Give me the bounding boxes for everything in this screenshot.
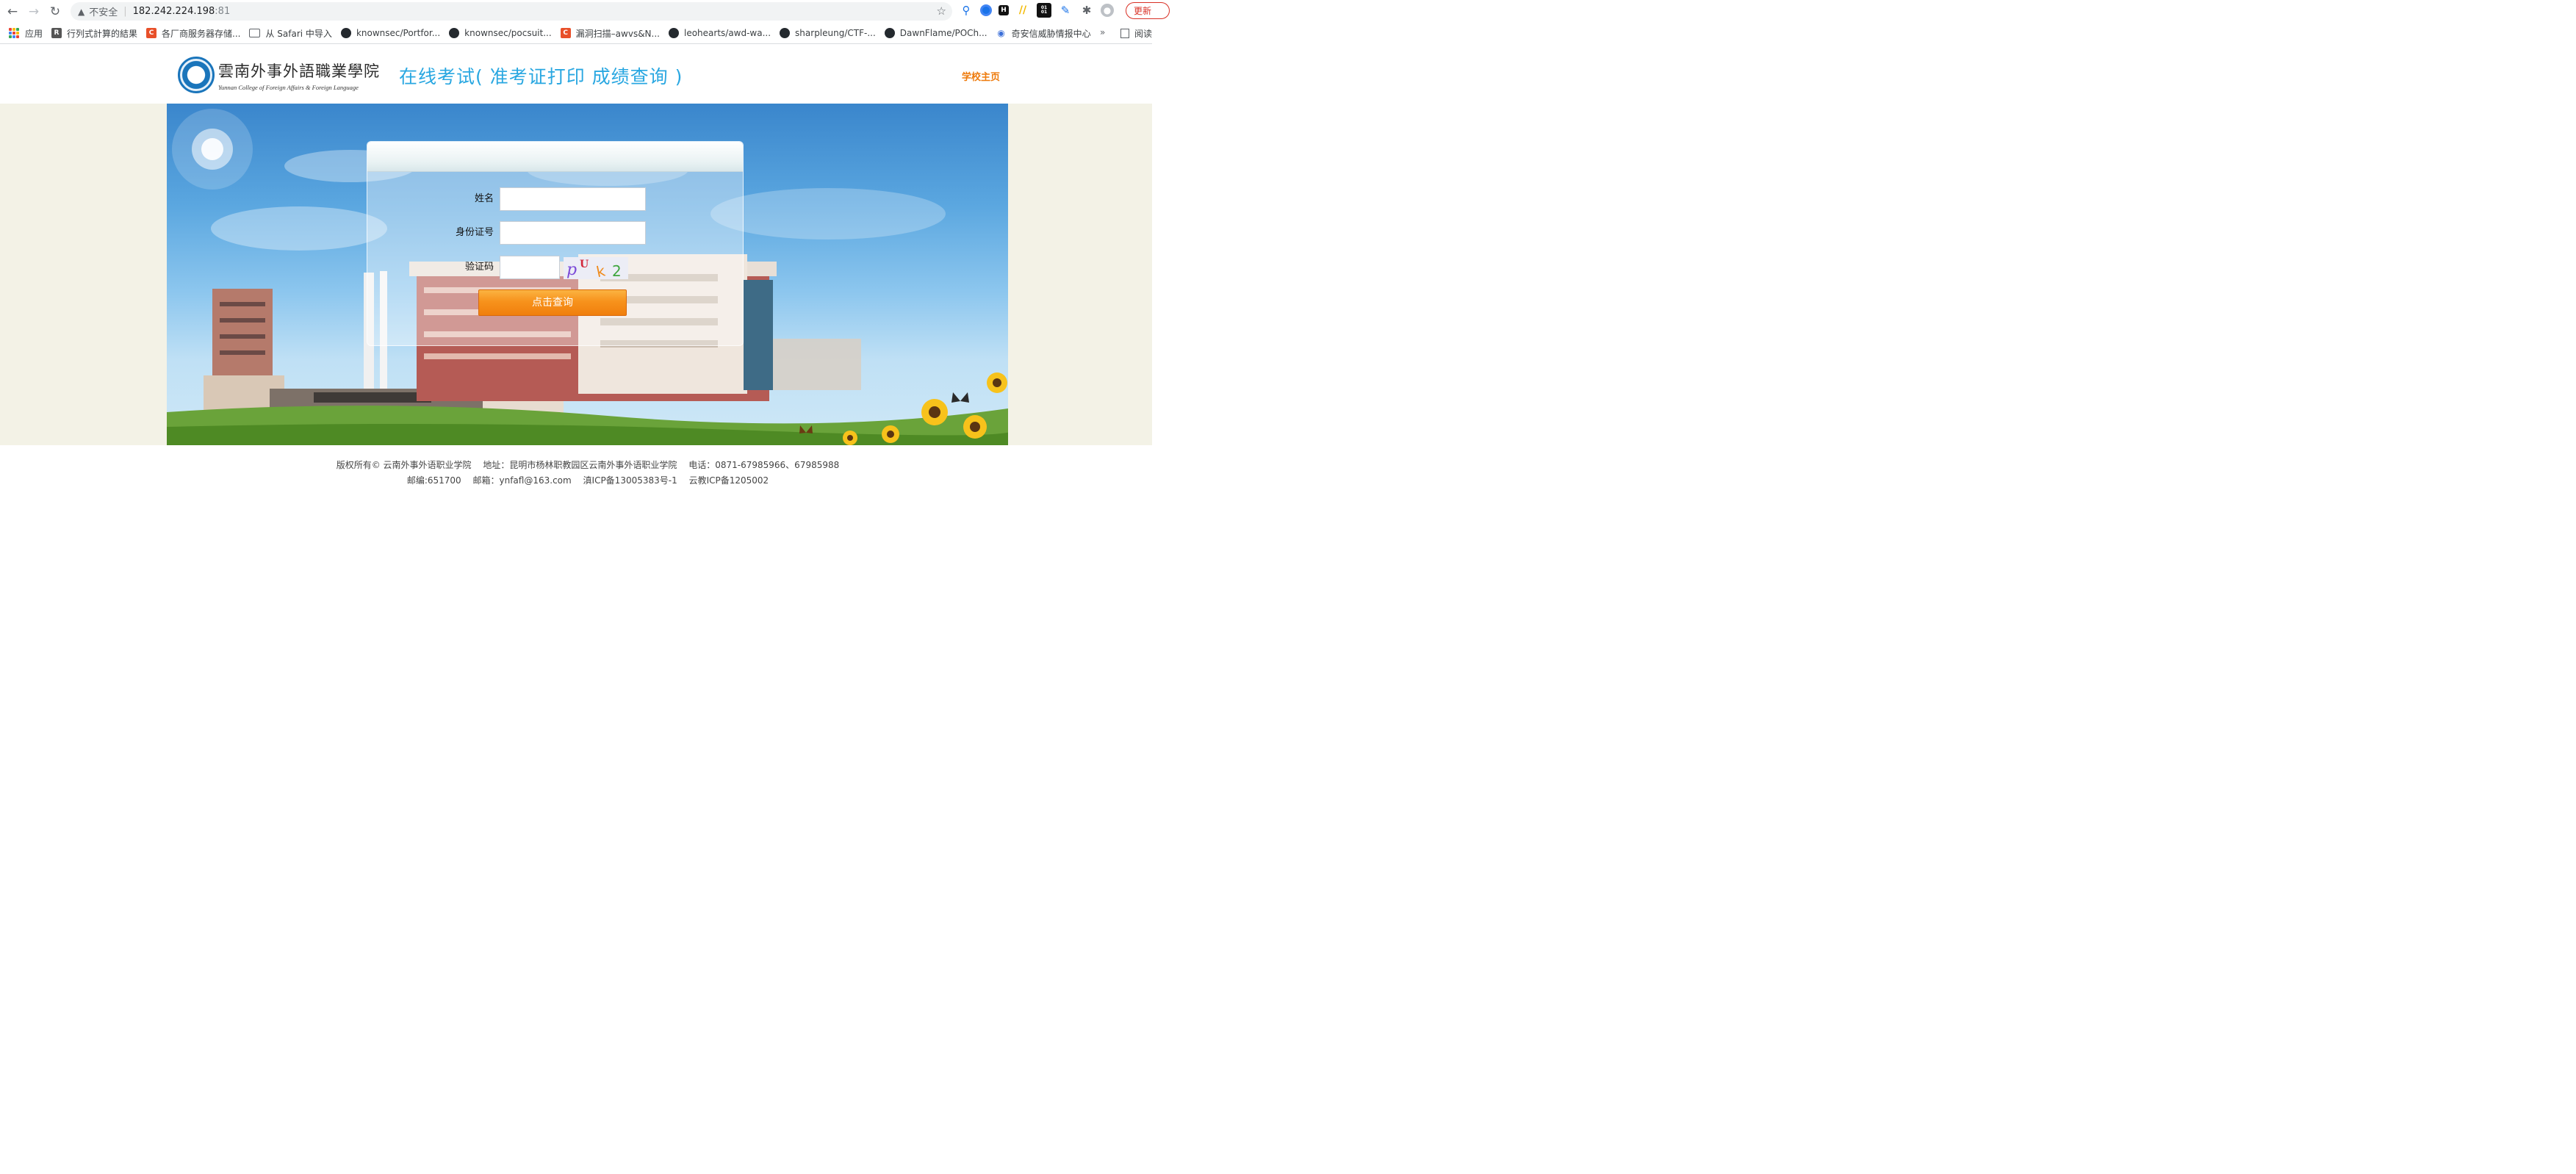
github-icon [449,28,460,38]
bookmark-item[interactable]: leohearts/awd-wa... [668,28,771,38]
bookmark-item[interactable]: C 各厂商服务器存储... [146,27,240,40]
college-emblem-icon: YCF [178,57,215,93]
footer-icp-2[interactable]: 云教ICP备1205002 [689,475,769,486]
location-icon[interactable]: ⚲ [959,3,974,18]
captcha-char: U [580,259,589,270]
bookmark-label: sharpleung/CTF-... [795,28,876,38]
extensions-bar: ⚲ H // 01 01 ✎ ✱ ● [959,3,1120,18]
warning-icon[interactable]: ▲ [78,7,84,17]
bookmarks-bar: 应用 R 行列式計算的結果 C 各厂商服务器存储... 从 Safari 中导入… [0,23,1152,44]
captcha-input[interactable] [500,256,560,279]
site-header: YCF 雲南外事外語職業學院 Yunnan College of Foreign… [0,45,1152,104]
bookmark-label: 各厂商服务器存储... [162,28,241,39]
footer-email: 邮箱：ynfafl@163.com [472,475,572,486]
github-icon [340,28,351,38]
folder-icon [249,29,261,37]
logo-chinese-name: 雲南外事外語職業學院 [218,62,380,80]
c-icon: C [560,28,571,38]
url-port: :81 [215,6,231,17]
captcha-label: 验证码 [464,262,494,273]
bookmark-label: 从 Safari 中导入 [265,28,332,39]
captcha-char: p [566,261,577,279]
footer-postcode: 邮编:651700 [406,475,461,486]
forward-icon[interactable]: → [25,3,43,21]
profile-icon[interactable]: ● [1101,4,1114,17]
footer-line-2: 邮编:651700 邮箱：ynfafl@163.com 滇ICP备1300538… [0,474,1176,486]
insecure-label: 不安全 [89,7,118,18]
reading-list-icon [1120,29,1129,38]
id-number-input[interactable] [500,221,646,245]
bookmark-item[interactable]: knownsec/pocsuit... [449,28,552,38]
bookmark-item[interactable]: sharpleung/CTF-... [780,28,876,38]
bookmark-label: 奇安信威胁情报中心 [1011,28,1091,39]
bookmark-item[interactable]: DawnFlame/POCh... [884,28,987,38]
binary-icon[interactable]: 01 01 [1037,3,1051,18]
github-icon [780,28,791,38]
login-panel-header [367,142,743,172]
footer-copyright: 版权所有© 云南外事外语职业学院 [336,460,472,470]
name-label: 姓名 [474,193,494,204]
url-host: 182.242.224.198 [132,6,215,17]
stripes-icon[interactable]: // [1015,3,1030,18]
captcha-image[interactable]: p U k 2 [564,257,628,281]
chrome-circle-icon[interactable] [980,4,992,16]
school-home-link[interactable]: 学校主页 [962,69,1000,83]
name-input[interactable] [500,187,646,211]
reading-list-label: 阅读 [1134,29,1153,39]
reading-list-button[interactable]: 阅读 [1120,27,1152,40]
page-title: 在线考试( 准考证打印 成绩查询 ) [399,66,683,87]
logo-text: 雲南外事外語職業學院 Yunnan College of Foreign Aff… [218,60,380,91]
bookmarks-more-button[interactable]: » [1100,27,1105,37]
bookmark-label: 应用 [25,28,43,39]
login-panel: 姓名 身份证号 验证码 p U k 2 点击查询 [367,141,744,346]
footer-phone: 电话：0871-67985966、67985988 [688,460,840,470]
bookmark-item[interactable]: ◉ 奇安信威胁情报中心 [996,27,1091,40]
address-bar[interactable]: ▲ 不安全 | 182.242.224.198:81 ☆ [71,2,952,21]
bookmark-label: 漏洞扫描–awvs&N... [575,28,660,39]
bookmark-item[interactable]: R 行列式計算的結果 [51,27,137,40]
bookmark-label: knownsec/pocsuit... [464,28,552,38]
footer-address: 地址：昆明市杨林职教园区云南外事外语职业学院 [483,460,677,470]
reload-icon[interactable]: ↻ [46,3,64,21]
bookmark-label: DawnFlame/POCh... [899,28,987,38]
bookmark-item[interactable]: C 漏洞扫描–awvs&N... [560,27,660,40]
eye-icon: ◉ [997,28,1005,38]
update-button[interactable]: 更新 [1126,2,1170,19]
bookmark-label: leohearts/awd-wa... [683,28,771,38]
college-logo[interactable]: YCF 雲南外事外語職業學院 Yunnan College of Foreign… [178,54,384,96]
logo-english-name: Yunnan College of Foreign Affairs & Fore… [218,83,359,91]
captcha-char: k [594,262,607,279]
bookmark-item[interactable]: knownsec/Portfor... [340,28,441,38]
id-number-row: 身份证号 [367,221,744,245]
bookmark-label: 行列式計算的結果 [67,28,138,39]
h-icon[interactable]: H [999,5,1009,15]
query-submit-button[interactable]: 点击查询 [478,289,627,316]
bookmark-apps[interactable]: 应用 [9,27,43,40]
bookmark-item[interactable]: 从 Safari 中导入 [249,27,332,40]
back-icon[interactable]: ← [4,3,21,21]
c-icon: C [146,28,157,38]
footer-icp-1[interactable]: 滇ICP备13005383号-1 [583,475,677,486]
github-icon [884,28,895,38]
url-separator: | [123,6,127,17]
github-icon [668,28,679,38]
footer-line-1: 版权所有© 云南外事外语职业学院 地址：昆明市杨林职教园区云南外事外语职业学院 … [0,458,1176,471]
site-footer: 版权所有© 云南外事外语职业学院 地址：昆明市杨林职教园区云南外事外语职业学院 … [0,445,1152,525]
captcha-char: 2 [612,262,622,279]
r-icon: R [51,28,62,38]
bookmark-label: knownsec/Portfor... [356,28,441,38]
id-number-label: 身份证号 [455,227,494,238]
browser-toolbar: ← → ↻ ▲ 不安全 | 182.242.224.198:81 ☆ ⚲ H /… [0,0,1170,23]
apps-grid-icon [9,28,19,38]
captcha-row: 验证码 p U k 2 [367,256,744,281]
bookmark-star-icon[interactable]: ☆ [937,4,946,18]
note-icon[interactable]: ✎ [1058,3,1073,18]
puzzle-icon[interactable]: ✱ [1079,3,1094,18]
name-row: 姓名 [367,187,744,211]
